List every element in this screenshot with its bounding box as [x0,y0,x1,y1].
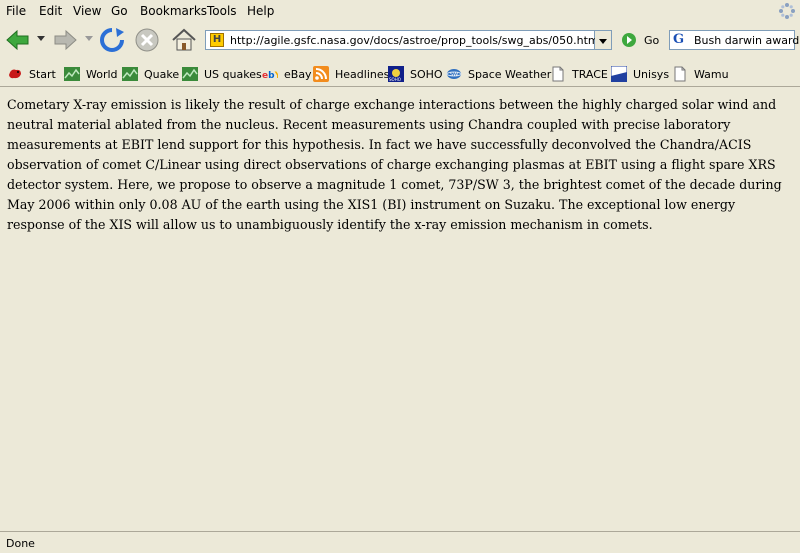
abstract-text: Cometary X-ray emission is likely the re… [7,97,782,232]
svg-text:SOHO: SOHO [389,77,401,82]
address-url[interactable]: http://agile.gsfc.nasa.gov/docs/astroe/p… [230,34,602,47]
back-history-dropdown-icon[interactable] [37,36,45,42]
back-arrow-icon[interactable] [4,26,32,54]
throbber-icon [779,3,795,19]
menu-file[interactable]: File [6,4,26,18]
page-icon [674,66,686,82]
menu-help[interactable]: Help [247,4,274,18]
address-history-dropdown-button[interactable] [595,30,612,50]
menu-view[interactable]: View [73,4,101,18]
feed-icon [64,67,80,81]
page-content: Cometary X-ray emission is likely the re… [0,87,800,531]
status-text: Done [6,537,35,550]
home-icon[interactable] [170,26,198,54]
search-value[interactable]: Bush darwin award [694,34,799,47]
ebay-icon: ebY [262,71,278,81]
globe-icon: SW [446,69,462,79]
navigation-toolbar: H http://agile.gsfc.nasa.gov/docs/astroe… [0,22,800,60]
google-search-icon[interactable]: G [673,33,687,47]
go-arrow-icon [622,33,636,47]
feed-icon [182,67,198,81]
menu-bookmarks[interactable]: Bookmarks [140,4,207,18]
start-icon [9,69,21,79]
search-input[interactable]: G Bush darwin award [669,30,799,50]
bookmarks-toolbar: Start World Quake US quakes ebY eBay Hea… [0,60,800,87]
page-icon [552,66,564,82]
svg-text:ebY: ebY [262,71,278,81]
stop-icon[interactable] [133,26,161,54]
address-bar[interactable]: H http://agile.gsfc.nasa.gov/docs/astroe… [205,30,602,50]
svg-text:SW: SW [450,72,458,78]
unisys-icon [611,66,627,82]
soho-icon: SOHO [388,66,404,82]
status-bar: Done [0,531,800,553]
forward-history-dropdown-icon[interactable] [85,36,93,42]
site-favicon-icon: H [210,33,224,47]
menu-bar: File Edit View Go Bookmarks Tools Help [0,0,800,22]
menu-tools[interactable]: Tools [207,4,237,18]
menu-go[interactable]: Go [111,4,128,18]
feed-icon [122,67,138,81]
forward-arrow-icon[interactable] [51,26,79,54]
reload-icon[interactable] [98,26,126,54]
go-label: Go [644,34,660,47]
rss-icon [313,66,329,82]
menu-edit[interactable]: Edit [39,4,62,18]
